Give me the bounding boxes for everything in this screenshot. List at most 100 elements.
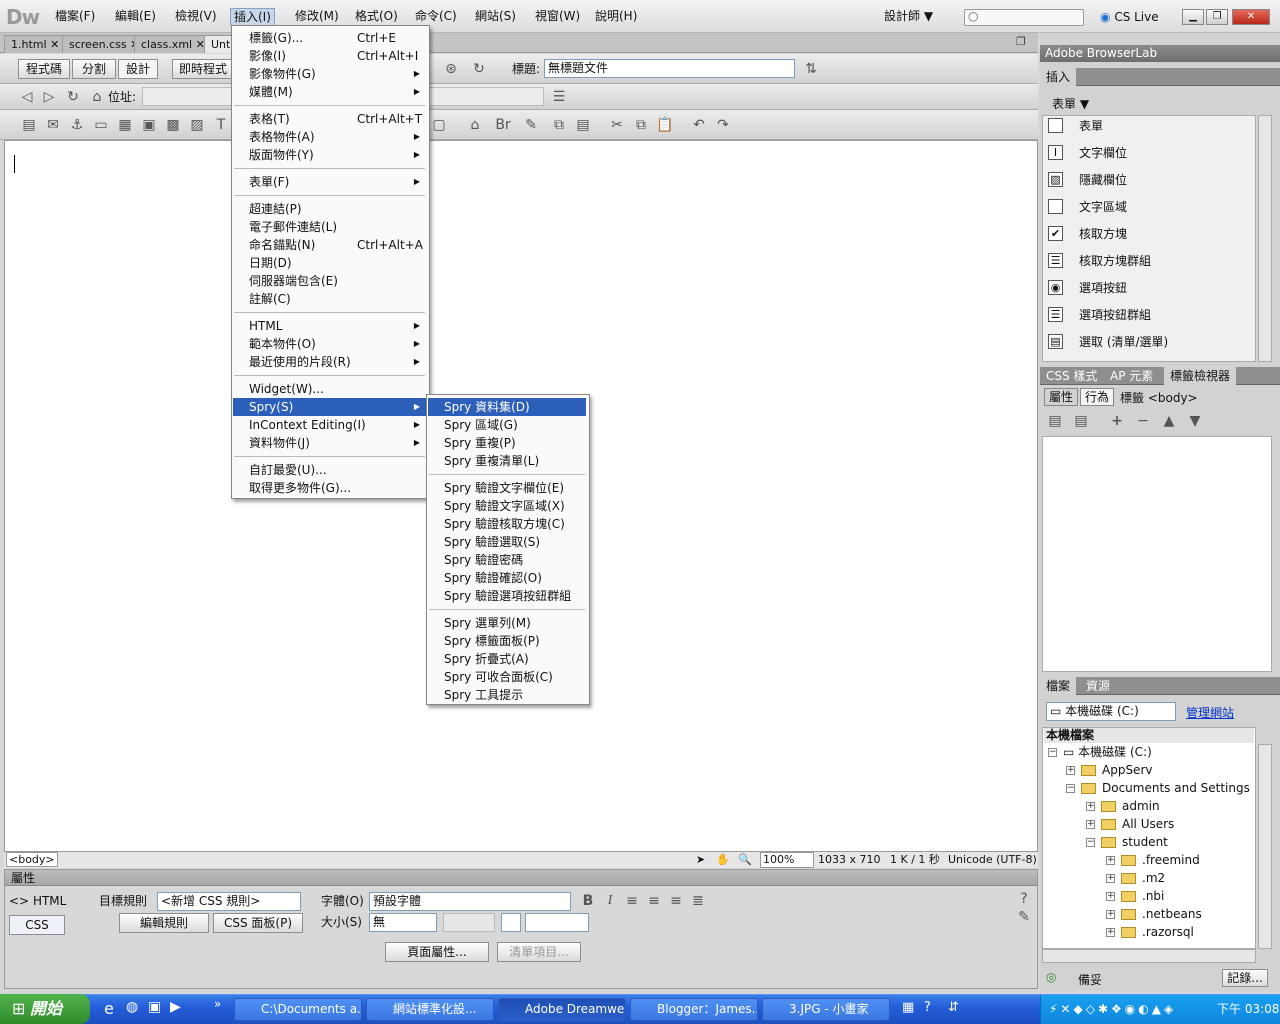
- paste-icon[interactable]: 📋: [656, 116, 674, 134]
- spry-menu-item[interactable]: Spry 區域(G): [428, 416, 586, 434]
- tree-row-student[interactable]: − student: [1086, 833, 1168, 851]
- zoom-tool-icon[interactable]: 🔍: [738, 852, 752, 868]
- spry-menu-item[interactable]: Spry 資料集(D): [428, 398, 586, 416]
- color-picker[interactable]: [501, 913, 521, 932]
- properties-header[interactable]: 屬性: [5, 870, 1037, 886]
- task-pdf[interactable]: 網站標準化設...: [366, 998, 494, 1021]
- back-icon[interactable]: ◁: [18, 88, 36, 106]
- insert-menu-item[interactable]: Spry(S) ▶: [233, 398, 426, 416]
- edit-rule-button[interactable]: 編輯規則: [119, 913, 209, 933]
- spry-menu-item[interactable]: Spry 重複(P): [428, 434, 586, 452]
- move-up-icon[interactable]: ▲: [1160, 412, 1178, 430]
- collapse-icon[interactable]: −: [1086, 838, 1095, 847]
- more-icon[interactable]: »: [214, 997, 221, 1011]
- tree-row-m2[interactable]: + .m2: [1106, 869, 1165, 887]
- cut-icon[interactable]: ✂: [608, 116, 626, 134]
- keyboard-icon[interactable]: ▦: [902, 1000, 914, 1015]
- menu-format[interactable]: 格式(O): [352, 8, 401, 26]
- target-rule-select[interactable]: <新增 CSS 規則>: [157, 892, 301, 911]
- image-icon[interactable]: ▩: [164, 116, 182, 134]
- size-select[interactable]: 無: [369, 913, 437, 932]
- insert-menu-item[interactable]: 註解(C): [233, 290, 426, 308]
- insert-menu-item[interactable]: 標籤(G)... Ctrl+E: [233, 29, 426, 47]
- help-icon[interactable]: ?: [1015, 890, 1033, 908]
- insert-menu-item[interactable]: InContext Editing(I) ▶: [233, 416, 426, 434]
- tree-row-nbi[interactable]: + .nbi: [1106, 887, 1164, 905]
- quicklaunch-icon[interactable]: ◍: [126, 999, 138, 1015]
- undo-icon[interactable]: ↶: [690, 116, 708, 134]
- insert-menu-item[interactable]: 範本物件(O) ▶: [233, 335, 426, 353]
- insert-scrollbar[interactable]: [1258, 115, 1272, 362]
- browserlab-header[interactable]: Adobe BrowserLab: [1040, 45, 1280, 62]
- insert-menu-item[interactable]: 電子郵件連結(L): [233, 218, 426, 236]
- copy2-icon[interactable]: ⧉: [632, 116, 650, 134]
- spry-menu-item[interactable]: Spry 驗證文字區域(X): [428, 497, 586, 515]
- tab-files[interactable]: 檔案: [1040, 677, 1077, 695]
- task-paint[interactable]: 3.JPG - 小畫家: [762, 998, 890, 1021]
- quick-tag-editor-icon[interactable]: ✎: [1015, 908, 1033, 926]
- tree-row-freemind[interactable]: + .freemind: [1106, 851, 1200, 869]
- spry-menu-item[interactable]: Spry 標籤面板(P): [428, 632, 586, 650]
- insert-menu-item[interactable]: HTML ▶: [233, 317, 426, 335]
- spry-menu-item[interactable]: Spry 驗證選項按鈕群組: [428, 587, 586, 605]
- div-icon[interactable]: ▣: [140, 116, 158, 134]
- menu-help[interactable]: 說明(H): [592, 8, 640, 26]
- file-tree-scrollbar[interactable]: [1258, 744, 1272, 949]
- window-size[interactable]: 1033 x 710: [818, 852, 881, 868]
- expand-icon[interactable]: +: [1106, 928, 1115, 937]
- expand-icon[interactable]: +: [1066, 766, 1075, 775]
- task-dreamweaver[interactable]: Adobe Dreamwe...: [498, 998, 626, 1021]
- collapse-icon[interactable]: −: [1048, 748, 1057, 757]
- menu-insert[interactable]: 插入(I): [230, 8, 275, 26]
- live-code-button[interactable]: 即時程式: [172, 59, 234, 79]
- tree-row-all-users[interactable]: + All Users: [1086, 815, 1174, 833]
- redo-icon[interactable]: ↷: [714, 116, 732, 134]
- color-input[interactable]: [525, 913, 589, 932]
- menu-file[interactable]: 檔案(F): [52, 8, 98, 26]
- horizontal-rule-icon[interactable]: ▭: [92, 116, 110, 134]
- close-button[interactable]: ✕: [1232, 9, 1270, 25]
- spry-menu-item[interactable]: Spry 折疊式(A): [428, 650, 586, 668]
- insert-menu-item[interactable]: 表單(F) ▶: [233, 173, 426, 191]
- tab-attributes[interactable]: 屬性: [1044, 388, 1078, 406]
- text-icon[interactable]: T: [212, 116, 230, 134]
- spry-menu-item[interactable]: Spry 選單列(M): [428, 614, 586, 632]
- help-search-input[interactable]: ○: [964, 9, 1084, 26]
- align-center-icon[interactable]: ≡: [645, 892, 663, 910]
- behaviors-list[interactable]: [1042, 436, 1272, 672]
- collapse-icon[interactable]: −: [1066, 784, 1075, 793]
- title-input[interactable]: 無標題文件: [544, 59, 795, 78]
- widget-icon[interactable]: ⌂: [466, 116, 484, 134]
- expand-icon[interactable]: +: [1106, 892, 1115, 901]
- tab-1-html[interactable]: 1.html ✕: [4, 35, 67, 53]
- restore-doc-icon[interactable]: ❐: [1016, 35, 1026, 48]
- language-icon[interactable]: ⇵: [948, 1000, 959, 1015]
- add-behavior-icon[interactable]: +: [1108, 412, 1126, 430]
- named-anchor-icon[interactable]: ⚓: [68, 116, 86, 134]
- manage-sites-link[interactable]: 管理網站: [1186, 704, 1234, 721]
- show-all-events-icon[interactable]: ▤: [1072, 412, 1090, 430]
- code-view-button[interactable]: 程式碼: [18, 59, 70, 79]
- cs-live-button[interactable]: ◉ CS Live: [1100, 8, 1159, 26]
- menu-site[interactable]: 網站(S): [472, 8, 519, 26]
- tab-ap-elements[interactable]: AP 元素: [1104, 367, 1159, 385]
- insert-menu-item[interactable]: 影像物件(G) ▶: [233, 65, 426, 83]
- select-tool-icon[interactable]: ➤: [696, 852, 705, 868]
- menu-view[interactable]: 檢視(V): [172, 8, 220, 26]
- spry-menu-item[interactable]: Spry 驗證文字欄位(E): [428, 479, 586, 497]
- insert-menu-item[interactable]: 影像(I) Ctrl+Alt+I: [233, 47, 426, 65]
- insert-menu-item[interactable]: 資料物件(J) ▶: [233, 434, 426, 452]
- spry-menu-item[interactable]: Spry 驗證密碼: [428, 551, 586, 569]
- spry-menu-item[interactable]: Spry 驗證核取方塊(C): [428, 515, 586, 533]
- font-select[interactable]: 預設字體: [369, 892, 571, 911]
- insert-menu-item[interactable]: 取得更多物件(G)...: [233, 479, 426, 497]
- file-management-icon[interactable]: ⇅: [802, 60, 820, 78]
- hyperlink-icon[interactable]: ▤: [20, 116, 38, 134]
- restore-button[interactable]: ❐: [1206, 9, 1228, 25]
- hand-tool-icon[interactable]: ✋: [716, 852, 730, 868]
- tab-css-styles[interactable]: CSS 樣式: [1040, 367, 1103, 385]
- expand-icon[interactable]: +: [1106, 856, 1115, 865]
- tree-row-admin[interactable]: + admin: [1086, 797, 1160, 815]
- align-left-icon[interactable]: ≡: [623, 892, 641, 910]
- task-explorer[interactable]: C:\Documents a...: [234, 998, 362, 1021]
